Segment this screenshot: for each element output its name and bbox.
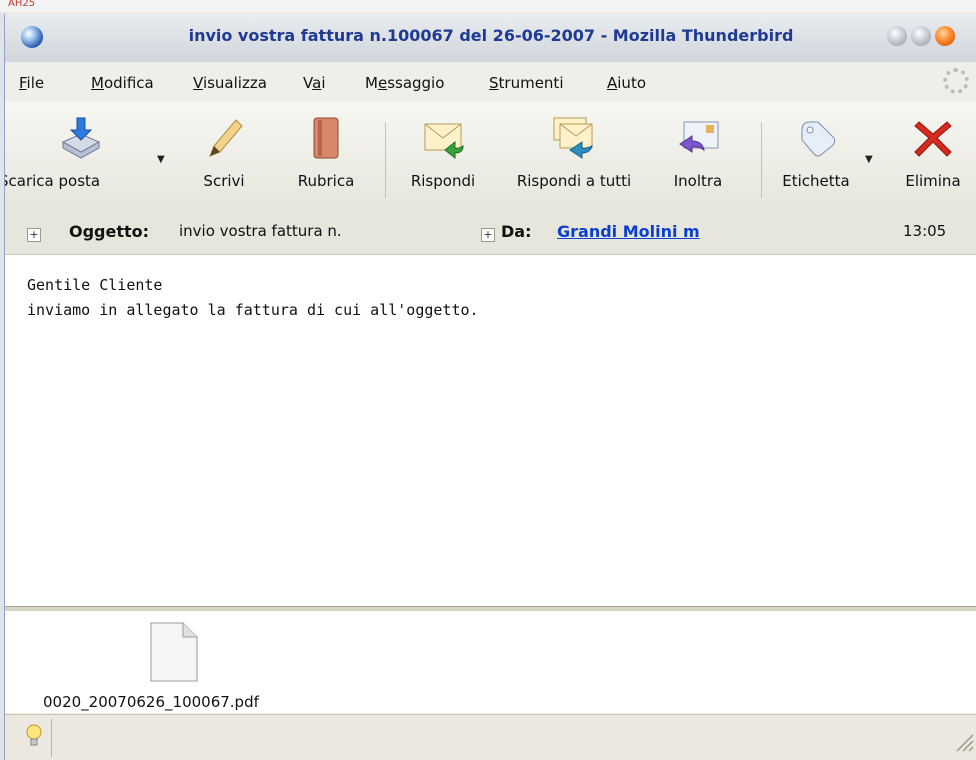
compose-button[interactable]: Scrivi xyxy=(191,102,257,212)
forward-label: Inoltra xyxy=(673,172,723,190)
from-label: Da: xyxy=(501,222,532,241)
lightbulb-icon[interactable] xyxy=(25,723,43,749)
menu-bar: File Modifica Visualizza Vai Messaggio S… xyxy=(5,62,976,102)
message-line-2: inviamo in allegato la fattura di cui al… xyxy=(27,301,479,319)
expand-from-icon[interactable]: + xyxy=(481,228,495,242)
message-text: Gentile Cliente inviamo in allegato la f… xyxy=(27,273,479,323)
compose-label: Scrivi xyxy=(203,172,245,190)
get-mail-button[interactable]: Scarica posta ▼ xyxy=(4,102,165,212)
reply-icon xyxy=(424,123,464,160)
toolbar-separator xyxy=(385,122,386,198)
status-bar xyxy=(5,714,976,760)
from-link[interactable]: Grandi Molini m xyxy=(557,222,700,241)
tag-label: Etichetta xyxy=(782,172,850,190)
subject-label: Oggetto: xyxy=(69,222,150,241)
address-book-icon xyxy=(313,117,339,159)
delete-button[interactable]: Elimina xyxy=(895,102,971,212)
menu-aiuto[interactable]: Aiuto xyxy=(607,74,646,92)
window-title: invio vostra fattura n.100067 del 26-06-… xyxy=(188,26,794,45)
background-corner-text: AH25 xyxy=(8,0,36,9)
maximize-button[interactable] xyxy=(911,26,931,46)
attachment-file-name: 0020_20070626_100067.pdf xyxy=(43,693,259,711)
get-mail-label: Scarica posta xyxy=(4,172,101,190)
forward-icon xyxy=(679,121,719,153)
close-button[interactable] xyxy=(935,26,955,46)
resize-grip-icon[interactable] xyxy=(951,729,975,753)
menu-file[interactable]: File xyxy=(19,74,44,92)
message-time: 13:05 xyxy=(903,222,947,240)
tag-icon xyxy=(801,121,836,157)
menu-visualizza[interactable]: Visualizza xyxy=(193,74,267,92)
menu-strumenti[interactable]: Strumenti xyxy=(489,74,563,92)
expand-subject-icon[interactable]: + xyxy=(27,228,41,242)
toolbar-separator xyxy=(761,122,762,198)
reply-all-button[interactable]: Rispondi a tutti xyxy=(501,102,647,212)
minimize-button[interactable] xyxy=(887,26,907,46)
get-mail-icon xyxy=(61,117,101,159)
compose-icon xyxy=(209,119,243,157)
menu-modifica[interactable]: Modifica xyxy=(91,74,154,92)
message-line-1: Gentile Cliente xyxy=(27,276,163,294)
menu-messaggio[interactable]: Messaggio xyxy=(365,74,444,92)
background-window-strip: AH25 xyxy=(0,0,976,12)
delete-icon xyxy=(914,121,952,157)
attachment-pane: 0020_20070626_100067.pdf xyxy=(5,611,976,713)
get-mail-dropdown-icon[interactable]: ▼ xyxy=(157,154,165,165)
subject-value: invio vostra fattura n. xyxy=(179,222,342,240)
reply-button[interactable]: Rispondi xyxy=(399,102,487,212)
tag-dropdown-icon[interactable]: ▼ xyxy=(865,154,873,165)
message-header: + Oggetto: invio vostra fattura n. + Da:… xyxy=(5,212,976,255)
menu-vai[interactable]: Vai xyxy=(303,74,325,92)
title-bar[interactable]: invio vostra fattura n.100067 del 26-06-… xyxy=(5,14,976,62)
thunderbird-message-window: invio vostra fattura n.100067 del 26-06-… xyxy=(4,14,976,760)
message-body: Gentile Cliente inviamo in allegato la f… xyxy=(5,255,976,606)
file-icon xyxy=(150,622,198,682)
status-separator xyxy=(51,719,52,757)
tag-button[interactable]: Etichetta ▼ xyxy=(773,102,873,212)
reply-label: Rispondi xyxy=(410,172,476,190)
address-book-button[interactable]: Rubrica xyxy=(287,102,365,212)
delete-label: Elimina xyxy=(905,172,961,190)
forward-button[interactable]: Inoltra xyxy=(661,102,735,212)
throbber-icon xyxy=(943,68,969,94)
reply-all-label: Rispondi a tutti xyxy=(516,172,632,190)
address-book-label: Rubrica xyxy=(297,172,355,190)
main-toolbar: Scarica posta ▼ Scrivi Rubrica Rispondi … xyxy=(5,102,976,213)
reply-all-icon xyxy=(553,117,593,159)
